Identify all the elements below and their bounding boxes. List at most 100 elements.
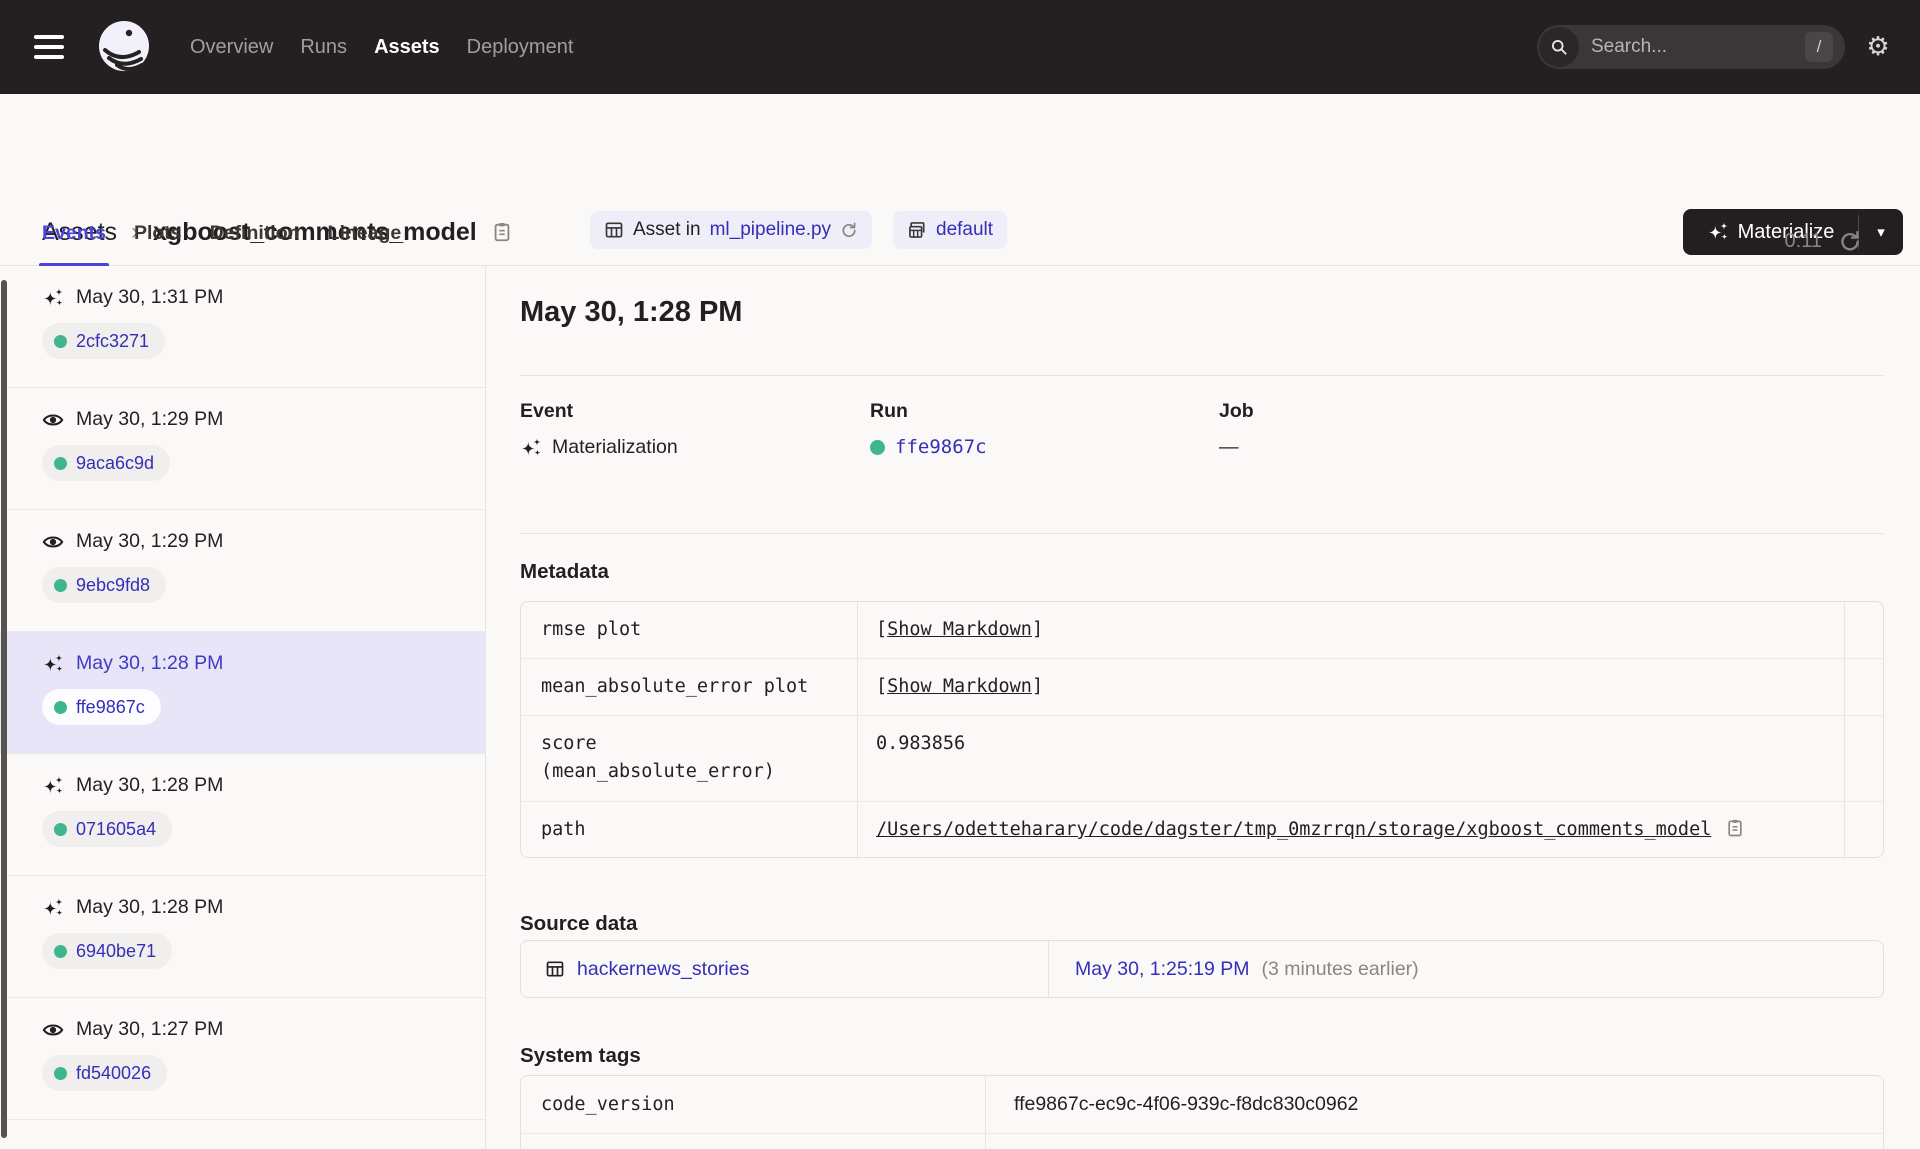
- primary-nav: Overview Runs Assets Deployment: [190, 0, 573, 94]
- run-id-link[interactable]: ffe9867c: [76, 697, 145, 718]
- show-markdown-link[interactable]: [Show Markdown]: [876, 673, 1043, 701]
- hamburger-menu-icon[interactable]: [34, 31, 74, 63]
- source-data-table: hackernews_stories May 30, 1:25:19 PM (3…: [520, 940, 1884, 998]
- run-id-link[interactable]: ffe9867c: [895, 436, 987, 458]
- metadata-row-path: path /Users/odetteharary/code/dagster/tm…: [521, 802, 1883, 859]
- run-status-dot: [54, 578, 67, 592]
- tab-definition[interactable]: Definition: [210, 212, 300, 266]
- system-tag-value: ffe9867c-ec9c-4f06-939c-f8dc830c0962: [1014, 1093, 1359, 1115]
- metadata-action-cell: [1845, 602, 1883, 658]
- source-asset-cell: hackernews_stories: [521, 941, 1049, 997]
- divider: [520, 533, 1884, 534]
- run-status-dot: [54, 700, 67, 714]
- event-timestamp: May 30, 1:27 PM: [76, 1018, 224, 1040]
- event-type-text: Materialization: [552, 436, 678, 458]
- run-id-badge[interactable]: 9aca6c9d: [42, 445, 171, 481]
- source-asset-link[interactable]: hackernews_stories: [577, 958, 749, 981]
- event-timestamp: May 30, 1:31 PM: [76, 286, 224, 308]
- run-id-badge[interactable]: 2cfc3271: [42, 323, 166, 359]
- run-id-link[interactable]: 9aca6c9d: [76, 453, 154, 474]
- source-data-heading: Source data: [520, 912, 638, 935]
- event-detail-panel: May 30, 1:28 PM Event Run Job Materializ…: [486, 266, 1920, 1149]
- event-list-item[interactable]: May 30, 1:28 PM 071605a4: [0, 754, 485, 876]
- event-list-item[interactable]: May 30, 1:31 PM 2cfc3271: [0, 266, 485, 388]
- nav-item-overview[interactable]: Overview: [190, 36, 273, 59]
- run-id-link[interactable]: 6940be71: [76, 941, 156, 962]
- tab-events[interactable]: Events: [39, 212, 109, 266]
- nav-item-assets[interactable]: Assets: [374, 36, 440, 59]
- run-id-link[interactable]: 9ebc9fd8: [76, 575, 150, 596]
- tab-lineage[interactable]: Lineage: [328, 212, 402, 266]
- search-shortcut-key: /: [1805, 32, 1833, 62]
- metadata-row-rmse-plot: rmse plot [Show Markdown]: [521, 602, 1883, 659]
- system-tag-row-partial: [521, 1134, 1883, 1149]
- nav-item-runs[interactable]: Runs: [300, 36, 347, 59]
- metadata-row-mae-plot: mean_absolute_error plot [Show Markdown]: [521, 659, 1883, 716]
- run-id-badge[interactable]: 071605a4: [42, 811, 173, 847]
- observation-eye-icon: [42, 1019, 64, 1041]
- event-list-item-selected[interactable]: May 30, 1:28 PM ffe9867c: [0, 632, 485, 754]
- materialization-sparkle-icon: [42, 775, 64, 797]
- event-list-item[interactable]: May 30, 1:29 PM 9aca6c9d: [0, 388, 485, 510]
- metadata-action-cell: [1845, 659, 1883, 715]
- divider: [520, 375, 1884, 376]
- run-id-badge[interactable]: fd540026: [42, 1055, 168, 1091]
- asset-header: Assets › xgboost_comments_model Asset in…: [0, 94, 1920, 255]
- refresh-icon[interactable]: [1838, 229, 1862, 253]
- run-id-badge[interactable]: ffe9867c: [42, 689, 161, 725]
- event-list: May 30, 1:31 PM 2cfc3271 May 30, 1:29 PM…: [0, 266, 485, 1120]
- run-column-label: Run: [870, 400, 908, 422]
- dagster-asset-page: Overview Runs Assets Deployment Search..…: [0, 0, 1920, 1149]
- table-grid-icon: [545, 959, 565, 979]
- event-list-item[interactable]: May 30, 1:28 PM 6940be71: [0, 876, 485, 998]
- event-timestamp: May 30, 1:28 PM: [76, 652, 224, 674]
- run-id-link[interactable]: fd540026: [76, 1063, 151, 1084]
- top-nav-bar: Overview Runs Assets Deployment Search..…: [0, 0, 1920, 94]
- materialization-sparkle-icon: [520, 437, 542, 459]
- dagster-logo-icon[interactable]: [96, 19, 152, 75]
- run-id-link[interactable]: 2cfc3271: [76, 331, 149, 352]
- metadata-action-cell: [1845, 802, 1883, 859]
- score-value: 0.983856: [876, 733, 966, 754]
- event-type-value: Materialization: [520, 436, 678, 459]
- refresh-countdown: 0:11: [1785, 229, 1862, 253]
- metadata-key: path: [521, 802, 858, 859]
- metadata-action-cell: [1845, 716, 1883, 801]
- event-timestamp: May 30, 1:29 PM: [76, 530, 224, 552]
- event-timestamp: May 30, 1:29 PM: [76, 408, 224, 430]
- materialization-sparkle-icon: [42, 653, 64, 675]
- event-list-item[interactable]: May 30, 1:29 PM 9ebc9fd8: [0, 510, 485, 632]
- metadata-row-score: score (mean_absolute_error) 0.983856: [521, 716, 1883, 802]
- run-id-badge[interactable]: 9ebc9fd8: [42, 567, 167, 603]
- observation-eye-icon: [42, 531, 64, 553]
- metadata-heading: Metadata: [520, 560, 609, 583]
- metadata-key: rmse plot: [521, 602, 858, 658]
- gear-icon[interactable]: ⚙: [1862, 30, 1894, 62]
- event-list-item[interactable]: May 30, 1:27 PM fd540026: [0, 998, 485, 1120]
- copy-path-icon[interactable]: [1725, 818, 1745, 838]
- source-relative-time: (3 minutes earlier): [1261, 957, 1419, 980]
- metadata-key: score (mean_absolute_error): [521, 716, 858, 801]
- show-markdown-link[interactable]: [Show Markdown]: [876, 616, 1043, 644]
- tab-plots[interactable]: Plots: [134, 212, 182, 266]
- run-id-badge[interactable]: 6940be71: [42, 933, 173, 969]
- metadata-key: mean_absolute_error plot: [521, 659, 858, 715]
- sidebar-scrollbar[interactable]: [1, 280, 7, 1138]
- metadata-table: rmse plot [Show Markdown] mean_absolute_…: [520, 601, 1884, 859]
- search-input[interactable]: Search... /: [1537, 25, 1845, 69]
- nav-item-deployment[interactable]: Deployment: [467, 36, 574, 59]
- job-column-label: Job: [1219, 400, 1254, 422]
- system-tags-heading: System tags: [520, 1044, 641, 1067]
- run-status-dot: [870, 439, 885, 455]
- job-value: —: [1219, 436, 1239, 459]
- event-column-label: Event: [520, 400, 574, 422]
- run-id-link[interactable]: 071605a4: [76, 819, 156, 840]
- storage-path-link[interactable]: /Users/odetteharary/code/dagster/tmp_0mz…: [876, 816, 1711, 844]
- materialization-sparkle-icon: [42, 287, 64, 309]
- source-timestamp-link[interactable]: May 30, 1:25:19 PM: [1075, 958, 1250, 981]
- job-empty-dash: —: [1219, 436, 1239, 458]
- observation-eye-icon: [42, 409, 64, 431]
- system-tag-key: code_version: [521, 1076, 986, 1133]
- event-list-sidebar: May 30, 1:31 PM 2cfc3271 May 30, 1:29 PM…: [0, 266, 486, 1149]
- event-timestamp: May 30, 1:28 PM: [76, 896, 224, 918]
